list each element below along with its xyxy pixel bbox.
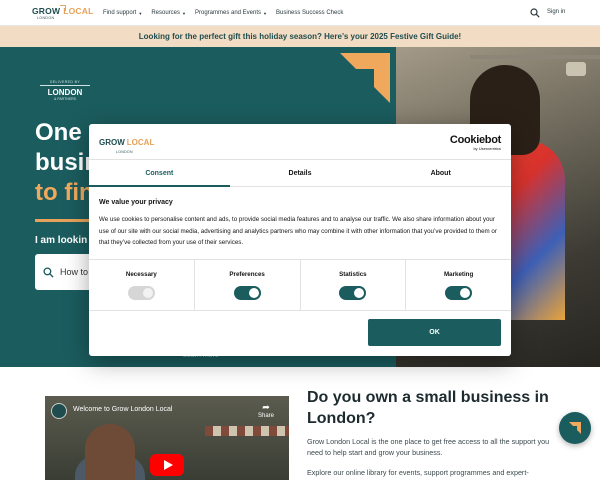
cookiebot-brand-sub: by Usercentrics bbox=[473, 146, 501, 151]
ok-button[interactable]: OK bbox=[368, 319, 501, 346]
logo-bracket-icon bbox=[60, 5, 66, 11]
hero-divider bbox=[35, 219, 95, 222]
nav-label: Resources bbox=[151, 10, 181, 16]
dialog-logo-word-local: LOCAL bbox=[126, 138, 155, 147]
promo-banner-text[interactable]: Looking for the perfect gift this holida… bbox=[139, 32, 461, 41]
delivered-by-text: DELIVERED BY bbox=[40, 80, 90, 86]
video-scene-person-head bbox=[85, 424, 135, 480]
video-scene-awning bbox=[205, 426, 289, 436]
delivered-by-org: LONDON bbox=[47, 88, 83, 97]
nav-label: Find support bbox=[103, 10, 137, 16]
chevron-down-icon: ▼ bbox=[138, 10, 143, 16]
toggle-marketing: Marketing bbox=[406, 260, 511, 310]
arrow-logo-icon bbox=[569, 422, 581, 434]
logo-sub: LONDON bbox=[37, 16, 55, 20]
promo-banner[interactable]: Looking for the perfect gift this holida… bbox=[0, 26, 600, 47]
delivered-by-sub: & PARTNERS bbox=[53, 97, 77, 101]
share-icon: ➦ bbox=[262, 402, 270, 412]
dialog-title: We value your privacy bbox=[99, 199, 173, 206]
logo-word-local: LOCAL bbox=[63, 6, 94, 16]
sign-in-link[interactable]: Sign in bbox=[547, 9, 565, 15]
tab-details[interactable]: Details bbox=[230, 160, 371, 186]
nav-business-success-check[interactable]: Business Success Check bbox=[276, 10, 343, 16]
section-paragraph-2: Explore our online library for events, s… bbox=[307, 468, 529, 477]
logo-word-grow: GROW bbox=[32, 6, 61, 16]
grow-london-local-logo[interactable]: GROW LOCAL LONDON bbox=[32, 5, 94, 20]
dialog-body: We use cookies to personalise content an… bbox=[99, 216, 497, 246]
cookiebot-logo[interactable]: Cookiebot by Usercentrics bbox=[450, 134, 501, 151]
switch-knob bbox=[142, 287, 153, 298]
chevron-down-icon: ▼ bbox=[182, 10, 186, 16]
search-icon[interactable] bbox=[530, 8, 540, 18]
necessary-switch bbox=[127, 285, 155, 300]
photo-equipment bbox=[566, 62, 586, 76]
toggle-preferences: Preferences bbox=[195, 260, 301, 310]
tab-consent[interactable]: Consent bbox=[89, 160, 230, 187]
nav-find-support[interactable]: Find support ▼ bbox=[103, 10, 142, 16]
toggle-label: Necessary bbox=[125, 270, 157, 278]
search-icon bbox=[43, 266, 54, 278]
toggle-label: Statistics bbox=[339, 270, 367, 278]
dialog-logo-word-grow: GROW bbox=[99, 138, 125, 147]
chevron-down-icon: ▼ bbox=[263, 10, 267, 16]
main-nav: Find support ▼ Resources ▼ Programmes an… bbox=[103, 0, 343, 26]
play-icon[interactable] bbox=[150, 454, 184, 476]
photo-shelf bbox=[470, 55, 600, 59]
delivered-by-badge: DELIVERED BY LONDON & PARTNERS bbox=[40, 80, 90, 101]
toggle-label: Preferences bbox=[229, 270, 265, 278]
dialog-logo: GROW LOCAL LONDON bbox=[99, 132, 154, 154]
orange-arrow-graphic bbox=[340, 53, 390, 103]
section-title: Do you own a small business in London? bbox=[307, 389, 549, 427]
toggle-statistics: Statistics bbox=[301, 260, 407, 310]
channel-avatar[interactable] bbox=[51, 403, 67, 419]
tab-about[interactable]: About bbox=[370, 160, 511, 186]
toggle-label: Marketing bbox=[444, 270, 474, 278]
floating-action-button[interactable] bbox=[559, 412, 591, 444]
consent-toggles: Necessary Preferences Statistics Marketi… bbox=[89, 259, 511, 311]
switch-knob bbox=[354, 287, 365, 298]
nav-resources[interactable]: Resources ▼ bbox=[151, 10, 186, 16]
cookiebot-brand: Cookiebot bbox=[449, 134, 501, 146]
nav-label: Programmes and Events bbox=[194, 10, 262, 16]
video-title[interactable]: Welcome to Grow London Local bbox=[73, 406, 172, 413]
dialog-logo-sub: LONDON bbox=[116, 150, 133, 154]
marketing-switch[interactable] bbox=[445, 285, 473, 300]
dialog-tabs: Consent Details About bbox=[89, 159, 511, 187]
preferences-switch[interactable] bbox=[233, 285, 261, 300]
nav-label: Business Success Check bbox=[275, 10, 344, 16]
statistics-switch[interactable] bbox=[339, 285, 367, 300]
hero-looking-for-label: I am lookin bbox=[35, 235, 88, 246]
cookie-consent-dialog: GROW LOCAL LONDON Cookiebot by Usercentri… bbox=[89, 124, 511, 356]
nav-programmes-events[interactable]: Programmes and Events ▼ bbox=[195, 10, 267, 16]
share-button[interactable]: ➦ Share bbox=[258, 402, 274, 419]
switch-knob bbox=[248, 287, 259, 298]
hero-search-placeholder: How to bbox=[60, 267, 89, 277]
switch-knob bbox=[460, 287, 471, 298]
toggle-necessary: Necessary bbox=[89, 260, 195, 310]
section-paragraph-1: Grow London Local is the one place to ge… bbox=[307, 437, 550, 457]
site-header: GROW LOCAL LONDON Find support ▼ Resourc… bbox=[0, 0, 600, 26]
share-label: Share bbox=[258, 413, 275, 419]
youtube-video-embed[interactable]: Welcome to Grow London Local ➦ Share bbox=[45, 396, 289, 480]
